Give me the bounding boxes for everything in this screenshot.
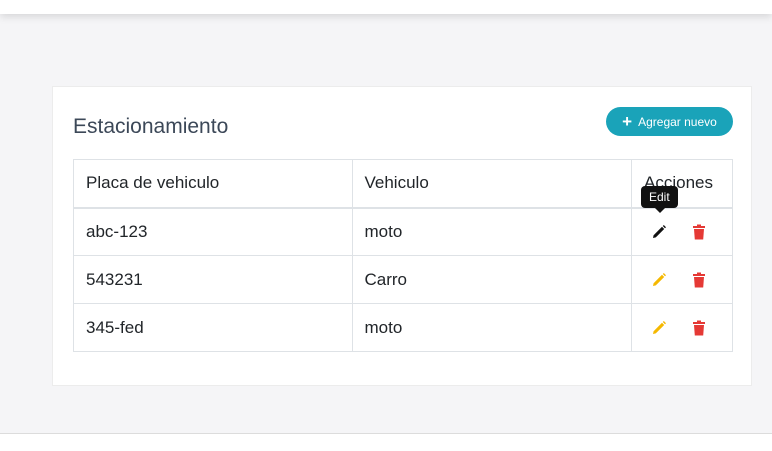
card-title: Estacionamiento — [73, 115, 229, 138]
table-row: abc-123 moto Edit — [73, 185, 733, 256]
cell-placa: abc-123 — [73, 207, 353, 256]
vehicles-table: Placa de vehiculo Vehiculo Acciones abc-… — [73, 159, 733, 352]
cell-actions: Edit — [631, 185, 733, 256]
cell-vehiculo: moto — [351, 207, 632, 256]
cell-actions — [631, 303, 733, 352]
column-header-vehiculo: Vehiculo — [351, 159, 632, 209]
edit-icon[interactable] — [650, 319, 668, 337]
cell-placa: 543231 — [73, 255, 353, 304]
table-header-row: Placa de vehiculo Vehiculo Acciones — [73, 159, 733, 209]
add-new-button[interactable]: + Agregar nuevo — [606, 107, 733, 136]
edit-icon[interactable] — [650, 271, 668, 289]
column-header-placa: Placa de vehiculo — [73, 159, 353, 209]
cell-actions — [631, 255, 733, 304]
parking-card: Estacionamiento + Agregar nuevo Placa de… — [52, 86, 752, 386]
add-new-label: Agregar nuevo — [638, 114, 717, 129]
edit-tooltip: Edit — [641, 185, 678, 213]
trash-icon[interactable] — [690, 223, 708, 241]
table-row: 543231 Carro — [73, 255, 733, 304]
page-footer — [0, 433, 772, 451]
plus-icon: + — [622, 111, 633, 131]
cell-vehiculo: moto — [351, 303, 632, 352]
table-row: 345-fed moto — [73, 303, 733, 352]
top-navbar — [0, 0, 772, 14]
edit-icon[interactable] — [650, 223, 668, 241]
cell-vehiculo: Carro — [351, 255, 632, 304]
cell-placa: 345-fed — [73, 303, 353, 352]
trash-icon[interactable] — [690, 319, 708, 337]
trash-icon[interactable] — [690, 271, 708, 289]
